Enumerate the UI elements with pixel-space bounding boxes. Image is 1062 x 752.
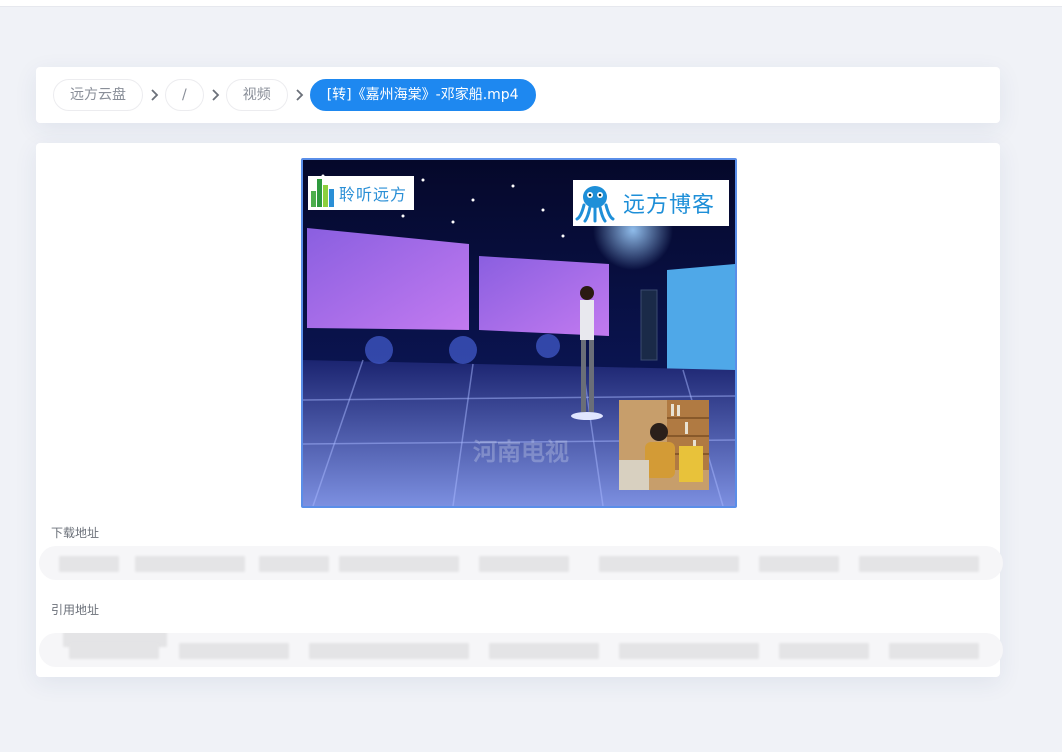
video-player[interactable]: 聆听远方 远方博客 河南电视 xyxy=(301,158,737,508)
chevron-right-icon xyxy=(204,79,226,111)
breadcrumb: 远方云盘 / 视频 [转]《嘉州海棠》-邓家船.mp4 xyxy=(53,79,536,111)
breadcrumb-card: 远方云盘 / 视频 [转]《嘉州海棠》-邓家船.mp4 xyxy=(36,67,1000,123)
octopus-icon xyxy=(575,186,615,223)
bars-icon xyxy=(311,179,335,207)
chevron-right-icon xyxy=(143,79,165,111)
breadcrumb-item-root[interactable]: 远方云盘 xyxy=(53,79,143,111)
channel-watermark: 河南电视 xyxy=(473,438,569,466)
picture-in-picture xyxy=(619,400,709,490)
content-card: 聆听远方 远方博客 河南电视 下载地址 引用地址 xyxy=(36,143,1003,677)
top-bar xyxy=(0,0,1062,7)
brand-logo-left: 聆听远方 xyxy=(308,176,414,210)
chevron-right-icon xyxy=(288,79,310,111)
logo-left-text: 聆听远方 xyxy=(339,185,408,204)
reference-label: 引用地址 xyxy=(51,603,100,617)
breadcrumb-item-video[interactable]: 视频 xyxy=(225,79,288,111)
breadcrumb-item-slash[interactable]: / xyxy=(165,79,204,111)
logo-right-text: 远方博客 xyxy=(623,193,716,218)
download-label: 下载地址 xyxy=(51,526,100,540)
reference-url-field[interactable] xyxy=(39,633,1003,667)
breadcrumb-item-current[interactable]: [转]《嘉州海棠》-邓家船.mp4 xyxy=(309,79,536,111)
pip-frame xyxy=(619,400,709,490)
brand-logo-right: 远方博客 xyxy=(573,180,729,226)
download-url-field[interactable] xyxy=(39,546,1003,580)
